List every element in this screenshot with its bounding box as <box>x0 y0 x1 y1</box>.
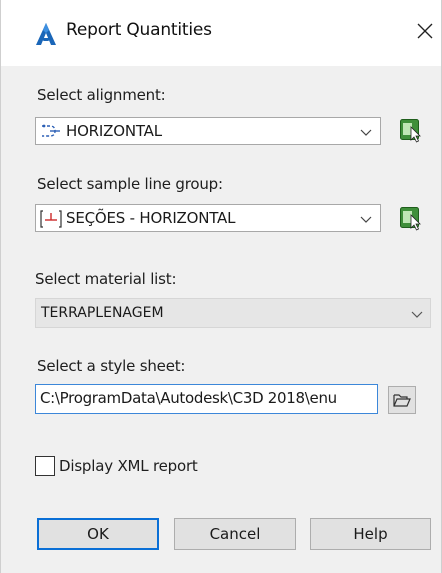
pick-from-drawing-icon <box>400 119 421 143</box>
help-button[interactable]: Help <box>310 518 431 550</box>
sample-line-group-select[interactable]: SEÇÕES - HORIZONTAL <box>35 204 381 232</box>
ok-button[interactable]: OK <box>37 518 159 550</box>
pick-from-drawing-icon <box>400 207 421 231</box>
alignment-icon <box>40 123 62 139</box>
autodesk-app-icon <box>35 22 57 46</box>
style-sheet-label: Select a style sheet: <box>37 357 186 375</box>
alignment-value: HORIZONTAL <box>66 122 162 140</box>
alignment-label: Select alignment: <box>37 86 166 104</box>
close-icon[interactable] <box>411 16 439 46</box>
sample-line-group-value: SEÇÕES - HORIZONTAL <box>66 209 236 227</box>
chevron-down-icon <box>359 125 373 139</box>
sample-line-group-label: Select sample line group: <box>37 175 223 193</box>
material-list-label: Select material list: <box>35 270 177 288</box>
window-title: Report Quantities <box>66 20 212 40</box>
chevron-down-icon <box>410 307 424 321</box>
report-quantities-dialog: Report Quantities Select alignment: HORI… <box>0 0 442 573</box>
browse-style-sheet-button[interactable] <box>388 386 416 414</box>
cancel-button[interactable]: Cancel <box>174 518 296 550</box>
folder-open-icon <box>393 394 411 407</box>
sample-line-group-icon <box>40 210 62 228</box>
display-xml-label: Display XML report <box>59 457 198 475</box>
style-sheet-path-input[interactable]: C:\ProgramData\Autodesk\C3D 2018\enu <box>35 384 378 414</box>
material-list-select[interactable]: TERRAPLENAGEM <box>35 298 431 328</box>
pick-sample-line-group-button[interactable] <box>398 204 424 232</box>
alignment-select[interactable]: HORIZONTAL <box>35 117 381 145</box>
chevron-down-icon <box>359 212 373 226</box>
title-bar: Report Quantities <box>1 0 441 66</box>
display-xml-checkbox[interactable] <box>35 456 55 476</box>
material-list-value: TERRAPLENAGEM <box>41 305 164 321</box>
pick-alignment-button[interactable] <box>398 116 424 144</box>
